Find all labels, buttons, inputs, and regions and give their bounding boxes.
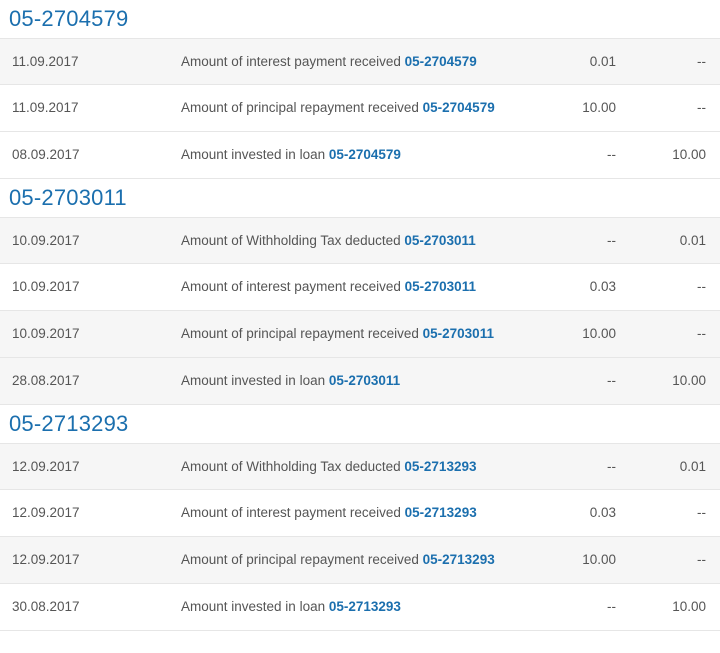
amount-column-1: 10.00 [582, 326, 616, 341]
transaction-date: 12.09.2017 [12, 459, 80, 474]
loan-group-title: 05-2703011 [9, 185, 127, 210]
amount-column-1: -- [607, 459, 616, 474]
amount-column-1: -- [607, 147, 616, 162]
transaction-description: Amount invested in loan 05-2703011 [181, 373, 401, 388]
amount-column-2: 10.00 [672, 599, 706, 614]
transaction-description: Amount of interest payment received 05-2… [181, 505, 477, 520]
transaction-date: 28.08.2017 [12, 373, 80, 388]
amount-column-2: 0.01 [679, 233, 706, 248]
loan-link[interactable]: 05-2704579 [423, 100, 495, 115]
transaction-description: Amount of interest payment received 05-2… [181, 279, 476, 294]
transaction-row: 10.09.2017 Amount of interest payment re… [0, 264, 720, 311]
loan-link[interactable]: 05-2703011 [329, 373, 400, 388]
transaction-row: 12.09.2017 Amount of Withholding Tax ded… [0, 443, 720, 490]
loan-link[interactable]: 05-2704579 [329, 147, 401, 162]
loan-group-05-2713293: 05-2713293 12.09.2017 Amount of Withhold… [0, 405, 720, 631]
loan-link[interactable]: 05-2713293 [405, 505, 477, 520]
transaction-date: 10.09.2017 [12, 233, 80, 248]
amount-column-1: -- [607, 373, 616, 388]
transaction-description: Amount of principal repayment received 0… [181, 326, 494, 341]
loan-link[interactable]: 05-2713293 [423, 552, 495, 567]
transaction-row: 30.08.2017 Amount invested in loan 05-27… [0, 584, 720, 631]
amount-column-2: -- [697, 326, 706, 341]
transaction-row: 10.09.2017 Amount of Withholding Tax ded… [0, 217, 720, 264]
amount-column-1: 0.03 [589, 505, 616, 520]
transaction-description: Amount of Withholding Tax deducted 05-27… [181, 233, 476, 248]
transaction-description: Amount invested in loan 05-2713293 [181, 599, 401, 614]
amount-column-1: -- [607, 233, 616, 248]
loan-group-title: 05-2713293 [9, 411, 129, 436]
transaction-date: 12.09.2017 [12, 552, 80, 567]
transaction-row: 10.09.2017 Amount of principal repayment… [0, 311, 720, 358]
amount-column-1: 0.01 [589, 54, 616, 69]
transaction-description: Amount of principal repayment received 0… [181, 100, 495, 115]
transaction-description: Amount of interest payment received 05-2… [181, 54, 477, 69]
transaction-row: 12.09.2017 Amount of interest payment re… [0, 490, 720, 537]
transaction-date: 08.09.2017 [12, 147, 80, 162]
transaction-row: 28.08.2017 Amount invested in loan 05-27… [0, 358, 720, 405]
amount-column-1: 10.00 [582, 552, 616, 567]
amount-column-1: 0.03 [589, 279, 616, 294]
loan-group-05-2704579: 05-2704579 11.09.2017 Amount of interest… [0, 0, 720, 179]
loan-link[interactable]: 05-2703011 [405, 279, 476, 294]
transaction-date: 11.09.2017 [12, 54, 79, 69]
transaction-date: 10.09.2017 [12, 326, 80, 341]
transaction-date: 11.09.2017 [12, 100, 79, 115]
amount-column-1: 10.00 [582, 100, 616, 115]
amount-column-2: 10.00 [672, 373, 706, 388]
transaction-row: 08.09.2017 Amount invested in loan 05-27… [0, 132, 720, 179]
loan-link[interactable]: 05-2713293 [329, 599, 401, 614]
transaction-description: Amount of Withholding Tax deducted 05-27… [181, 459, 477, 474]
loan-link[interactable]: 05-2713293 [404, 459, 476, 474]
amount-column-2: -- [697, 505, 706, 520]
loan-link[interactable]: 05-2704579 [405, 54, 477, 69]
transaction-date: 12.09.2017 [12, 505, 80, 520]
transaction-row: 11.09.2017 Amount of interest payment re… [0, 38, 720, 85]
transaction-row: 11.09.2017 Amount of principal repayment… [0, 85, 720, 132]
loan-link[interactable]: 05-2703011 [404, 233, 475, 248]
amount-column-2: -- [697, 552, 706, 567]
transaction-description: Amount invested in loan 05-2704579 [181, 147, 401, 162]
amount-column-2: 0.01 [679, 459, 706, 474]
amount-column-2: -- [697, 100, 706, 115]
transaction-description: Amount of principal repayment received 0… [181, 552, 495, 567]
loan-group-05-2703011: 05-2703011 10.09.2017 Amount of Withhold… [0, 179, 720, 405]
loan-group-title: 05-2704579 [9, 6, 129, 31]
transaction-date: 30.08.2017 [12, 599, 80, 614]
transaction-row: 12.09.2017 Amount of principal repayment… [0, 537, 720, 584]
amount-column-1: -- [607, 599, 616, 614]
transaction-date: 10.09.2017 [12, 279, 80, 294]
amount-column-2: 10.00 [672, 147, 706, 162]
amount-column-2: -- [697, 54, 706, 69]
amount-column-2: -- [697, 279, 706, 294]
loan-link[interactable]: 05-2703011 [423, 326, 494, 341]
